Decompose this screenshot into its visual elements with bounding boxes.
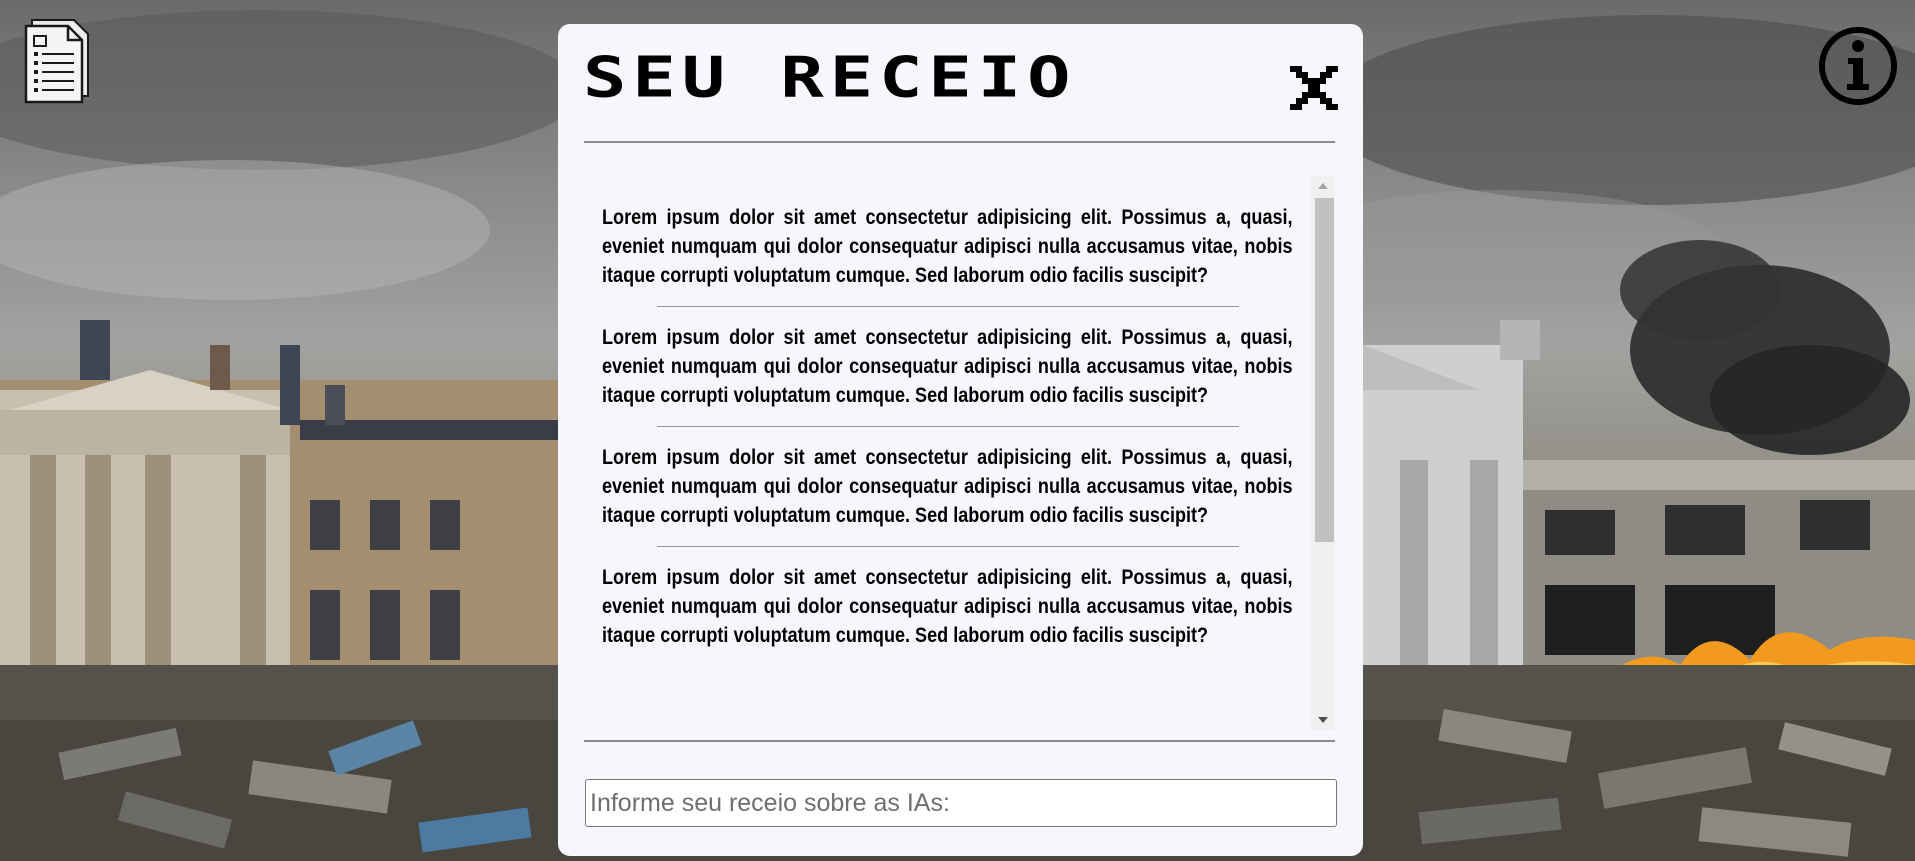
- message-divider: [656, 426, 1239, 427]
- message-divider: [656, 546, 1239, 547]
- modal-title: SEU RECEIO: [583, 44, 1077, 110]
- messages-scrollbar[interactable]: [1311, 176, 1335, 730]
- message-text: Lorem ipsum dolor sit amet consectetur a…: [602, 326, 1293, 407]
- fear-modal: SEU RECEIO Lorem ipsum dolor sit amet co…: [558, 24, 1363, 856]
- scroll-up-arrow-icon[interactable]: [1311, 176, 1335, 196]
- input-divider: [584, 740, 1335, 742]
- close-button[interactable]: [1286, 60, 1342, 116]
- message-text: Lorem ipsum dolor sit amet consectetur a…: [602, 446, 1293, 527]
- title-divider: [584, 141, 1335, 143]
- scroll-thumb[interactable]: [1315, 198, 1334, 542]
- scroll-down-arrow-icon[interactable]: [1311, 710, 1335, 730]
- message-divider: [656, 306, 1239, 307]
- fear-input[interactable]: [585, 779, 1337, 827]
- messages-list[interactable]: Lorem ipsum dolor sit amet consectetur a…: [584, 178, 1335, 732]
- message-text: Lorem ipsum dolor sit amet consectetur a…: [602, 206, 1293, 287]
- document-icon[interactable]: [22, 16, 98, 106]
- info-icon[interactable]: [1818, 26, 1898, 106]
- message-text: Lorem ipsum dolor sit amet consectetur a…: [602, 566, 1293, 647]
- close-icon: [1290, 66, 1338, 110]
